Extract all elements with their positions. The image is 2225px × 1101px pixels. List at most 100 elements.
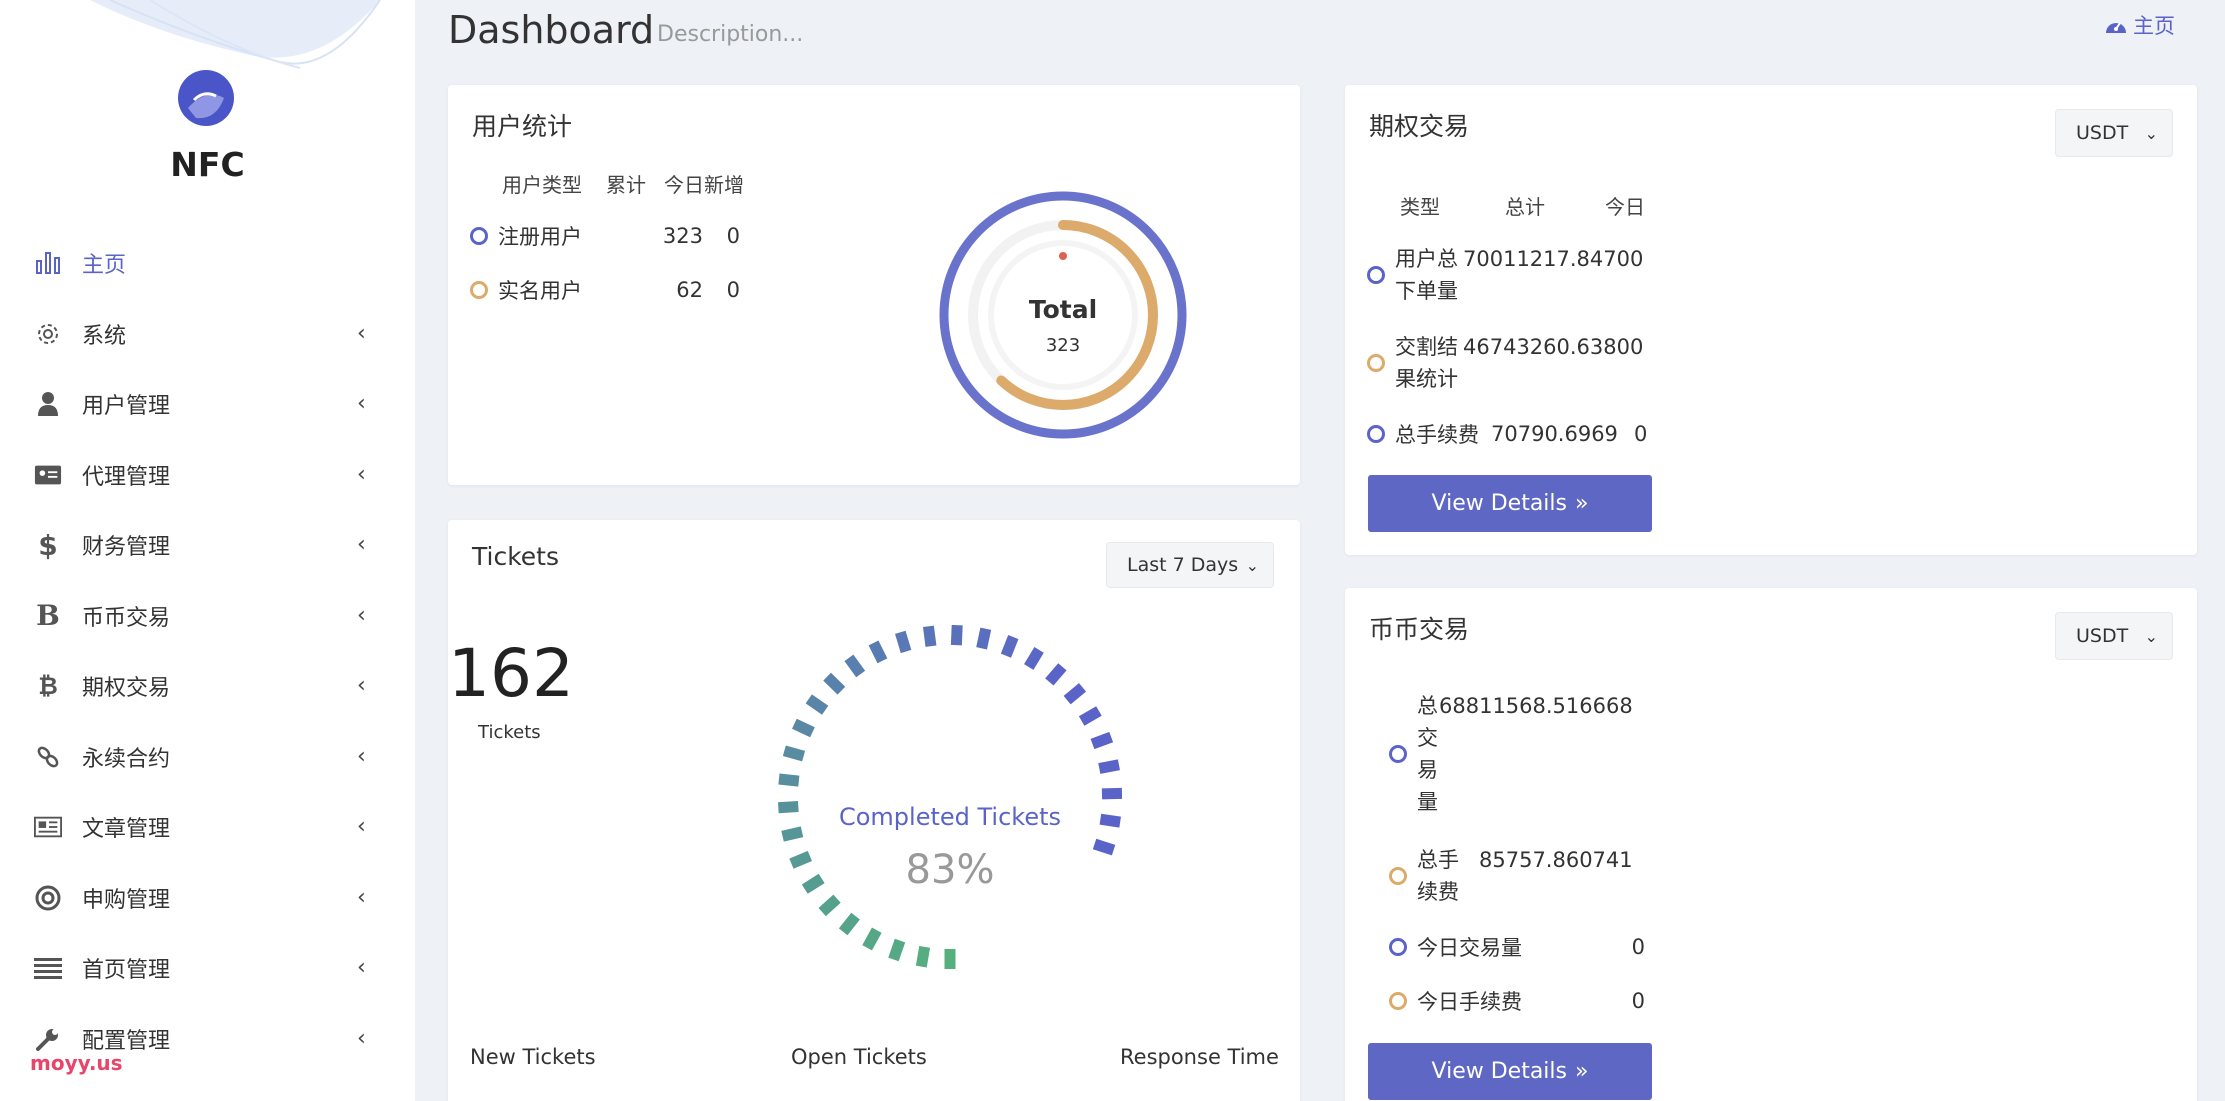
view-details-button[interactable]: View Details » [1368, 1043, 1652, 1100]
gauge-tick [1024, 647, 1044, 670]
gauge-tick [838, 912, 860, 936]
sidebar-item-home[interactable]: 主页 [0, 228, 415, 299]
tickets-count-label: Tickets [478, 722, 541, 743]
sidebar-item-finance[interactable]: $ 财务管理 ‹ [0, 510, 415, 581]
sidebar-item-label: 系统 [82, 323, 127, 349]
logo [178, 70, 234, 126]
card-title: 币币交易 [1369, 615, 1470, 644]
gauge-tick [922, 625, 937, 647]
sidebar-item-label: 配置管理 [82, 1028, 171, 1054]
gauge-tick [976, 627, 992, 650]
sidebar: NFC 主页 系统 ‹ 用户管理 ‹ 代理管理 ‹ $ 财务管理 ‹ B 币币交… [0, 0, 415, 1101]
tickets-card: Tickets Last 7 Days ⌄ 162 Tickets Comple… [448, 520, 1300, 1101]
spot-today: 0 [1631, 989, 1645, 1013]
chevron-left-icon: ‹ [357, 884, 366, 910]
view-details-label: View Details [1431, 1059, 1567, 1084]
card-title: 期权交易 [1369, 112, 1470, 141]
option-type: 用户总 下单量 [1395, 247, 1458, 303]
user-today: 0 [726, 278, 740, 302]
sidebar-item-homepage[interactable]: 首页管理 ‹ [0, 933, 415, 1004]
newspaper-icon [34, 813, 62, 841]
table-row: 总手 续费 85757.860741 [1389, 844, 1633, 908]
double-chevron-right-icon: » [1575, 1059, 1589, 1084]
sidebar-item-articles[interactable]: 文章管理 ‹ [0, 792, 415, 863]
option-type: 总手续费 [1395, 423, 1479, 447]
wrench-icon [34, 1025, 62, 1053]
gauge-tick [782, 745, 806, 762]
sidebar-item-label: 永续合约 [82, 746, 171, 772]
gauge-tick [777, 801, 799, 814]
dollar-icon: $ [38, 528, 58, 562]
sidebar-item-spot[interactable]: B 币币交易 ‹ [0, 581, 415, 652]
table-row: 今日交易量 0 [1389, 932, 1645, 962]
user-type: 注册用户 [498, 225, 582, 249]
sidebar-item-label: 用户管理 [82, 394, 171, 420]
sidebar-item-label: 期权交易 [82, 676, 171, 702]
table-row: 交割结 果统计 46743260.63800 [1367, 331, 1643, 395]
range-select-value: Last 7 Days [1127, 554, 1239, 576]
sidebar-item-options[interactable]: ₿ 期权交易 ‹ [0, 651, 415, 722]
legend-dot [1389, 938, 1407, 956]
legend-dot [470, 281, 488, 299]
legend-dot [1389, 867, 1407, 885]
gauge-tick [1063, 683, 1087, 705]
sidebar-item-perpetual[interactable]: 永续合约 ‹ [0, 722, 415, 793]
sidebar-item-users[interactable]: 用户管理 ‹ [0, 369, 415, 440]
chevron-down-icon: ⌄ [1245, 555, 1259, 575]
donut-label: Total [1029, 295, 1097, 324]
table-row: 总 交 易 量 68811568.516668 [1389, 690, 1633, 818]
sidebar-item-subscription[interactable]: 申购管理 ‹ [0, 863, 415, 934]
gauge-tick [805, 694, 829, 715]
gauge-tick [915, 945, 931, 968]
bitcoin-icon: ₿ [38, 671, 58, 700]
gauge-tick [844, 654, 866, 678]
chevron-left-icon: ‹ [357, 320, 366, 346]
bar-chart-icon [34, 249, 62, 277]
tickets-gauge: Completed Tickets 83% [777, 625, 1123, 969]
gauge-tick [888, 938, 906, 962]
sidebar-item-label: 文章管理 [82, 817, 171, 843]
gauge-tick [823, 672, 846, 695]
breadcrumb-home[interactable]: 主页 [2133, 10, 2175, 40]
tickets-count: 162 [448, 635, 574, 712]
user-icon [34, 390, 62, 418]
list-icon [34, 954, 62, 982]
view-details-button[interactable]: View Details » [1368, 475, 1652, 532]
spot-trading-card: 币币交易 USDT ⌄ 总 交 易 量 68811568.516668 总手 续… [1345, 588, 2197, 1101]
gauge-tick [895, 630, 912, 654]
gauge-tick [1090, 731, 1114, 750]
gauge-tick [789, 850, 813, 869]
donut-value: 323 [1046, 335, 1080, 356]
range-select[interactable]: Last 7 Days ⌄ [1106, 542, 1274, 588]
page-title: Dashboard [448, 8, 655, 52]
gauge-tick [778, 773, 800, 787]
table-row: 实名用户 62 0 [470, 275, 740, 305]
gauge-tick [781, 826, 804, 842]
gauge-tick [1092, 838, 1116, 856]
chevron-left-icon: ‹ [357, 955, 366, 981]
gauge-tick [801, 873, 825, 894]
spot-label: 今日手续费 [1417, 990, 1522, 1014]
chevron-left-icon: ‹ [357, 743, 366, 769]
sidebar-item-system[interactable]: 系统 ‹ [0, 299, 415, 370]
chevron-left-icon: ‹ [357, 391, 366, 417]
brand-name: NFC [170, 145, 245, 184]
view-details-label: View Details [1431, 491, 1567, 516]
currency-select[interactable]: USDT ⌄ [2055, 109, 2173, 157]
user-type: 实名用户 [498, 279, 582, 303]
watermark: moyy.us [30, 1051, 123, 1075]
sidebar-item-agents[interactable]: 代理管理 ‹ [0, 440, 415, 511]
breadcrumb[interactable]: 主页 [2105, 10, 2175, 40]
currency-select[interactable]: USDT ⌄ [2055, 612, 2173, 660]
gauge-label: Completed Tickets [839, 803, 1061, 831]
column-header-today: 今日 [1605, 195, 1645, 219]
sidebar-item-label: 首页管理 [82, 958, 171, 984]
b-letter-icon: B [36, 599, 60, 633]
column-header-total: 总计 [1505, 195, 1545, 219]
page-description: Description... [657, 22, 804, 47]
gauge-tick [792, 718, 815, 738]
table-row: 总手续费 70790.6969 0 [1367, 419, 1647, 449]
legend-dot [1367, 266, 1385, 284]
dashboard-icon [2106, 22, 2126, 33]
lifebuoy-icon [34, 884, 62, 912]
